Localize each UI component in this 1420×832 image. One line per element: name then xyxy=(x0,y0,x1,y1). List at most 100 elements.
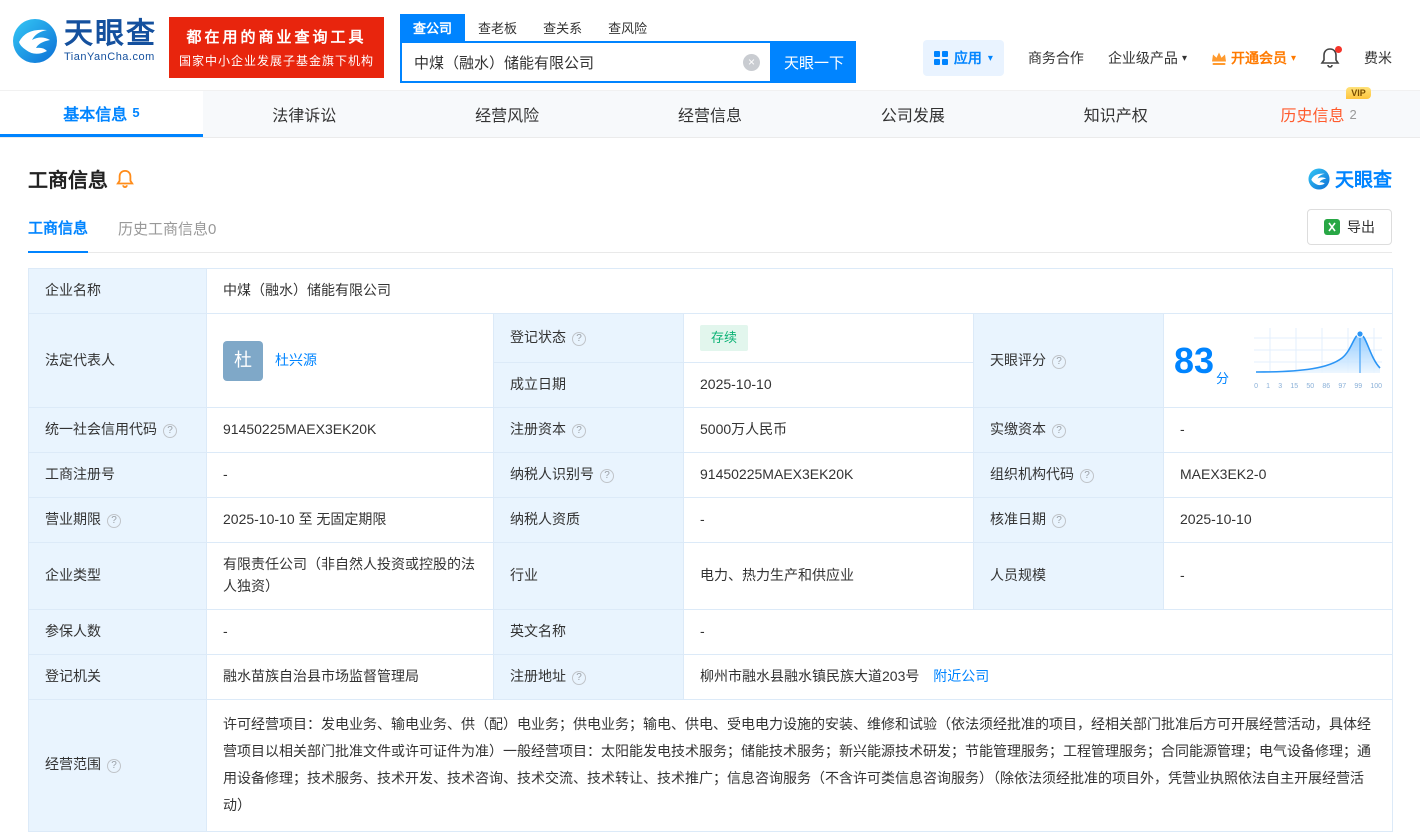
help-icon[interactable]: ? xyxy=(572,332,586,347)
help-icon[interactable]: ? xyxy=(572,670,586,685)
section-title: 工商信息 xyxy=(28,170,108,192)
value-paid-capital: - xyxy=(1162,407,1394,454)
subtab-row: 工商信息 历史工商信息0 导出 xyxy=(28,209,1392,253)
help-icon[interactable]: ? xyxy=(107,514,121,529)
export-button[interactable]: 导出 xyxy=(1307,209,1392,245)
help-icon[interactable]: ? xyxy=(572,424,586,439)
promo-line1: 都在用的商业查询工具 xyxy=(186,29,367,46)
row-authority: 登记机关 融水苗族自治县市场监督管理局 注册地址? 柳州市融水县融水镇民族大道2… xyxy=(28,653,1394,700)
value-legal-rep: 杜 杜兴源 xyxy=(206,312,494,409)
clear-search-icon[interactable]: × xyxy=(743,53,761,71)
subtab-history-business-registration[interactable]: 历史工商信息0 xyxy=(118,218,216,252)
label-taxpayer-quality: 纳税人资质 xyxy=(493,497,684,544)
search-input[interactable] xyxy=(402,53,744,71)
label-address: 注册地址? xyxy=(493,653,684,700)
subscribe-bell-button[interactable] xyxy=(116,169,134,189)
label-company-type: 企业类型 xyxy=(28,542,207,610)
row-reg-no: 工商注册号 - 纳税人识别号? 91450225MAEX3EK20K 组织机构代… xyxy=(28,452,1394,499)
label-legal-rep: 法定代表人 xyxy=(28,312,207,409)
notifications-bell-button[interactable] xyxy=(1320,45,1342,72)
value-scope: 许可经营项目：发电业务、输电业务、供（配）电业务；供电业务；输电、供电、受电电力… xyxy=(205,698,1394,832)
legal-rep-avatar[interactable]: 杜 xyxy=(223,340,263,381)
tab-count: 5 xyxy=(132,105,140,120)
value-taxpayer-quality: - xyxy=(683,497,974,544)
vip-badge: VIP xyxy=(1346,87,1371,99)
search-tabs: 查公司 查老板 查关系 查风险 xyxy=(400,14,856,41)
notification-dot xyxy=(1335,45,1342,53)
value-authority: 融水苗族自治县市场监督管理局 xyxy=(206,653,494,700)
tab-history-info[interactable]: VIP 历史信息 2 xyxy=(1217,87,1420,137)
label-scope: 经营范围? xyxy=(28,698,207,832)
label-org-code: 组织机构代码? xyxy=(973,452,1164,499)
value-industry: 电力、热力生产和供应业 xyxy=(683,542,974,610)
label-insured: 参保人数 xyxy=(28,608,207,655)
tab-business-info[interactable]: 经营信息 xyxy=(609,91,812,137)
logo-domain: TianYanCha.com xyxy=(64,50,155,63)
value-insured: - xyxy=(206,608,494,655)
tab-intellectual-property[interactable]: 知识产权 xyxy=(1014,91,1217,137)
menu-enterprise-products[interactable]: 企业级产品 ▾ xyxy=(1108,48,1187,68)
label-credit-code: 统一社会信用代码? xyxy=(28,407,207,454)
help-icon[interactable]: ? xyxy=(107,759,121,774)
excel-icon xyxy=(1324,219,1340,235)
value-score: 83 分 0 1 3 15 50 86 97 99 100 xyxy=(1162,312,1394,409)
menu-user-account[interactable]: 费米 xyxy=(1364,48,1392,68)
promo-line2: 国家中小企业发展子基金旗下机构 xyxy=(179,54,375,68)
apps-menu-button[interactable]: 应用 ▾ xyxy=(922,40,1004,76)
row-company-type: 企业类型 有限责任公司（非自然人投资或控股的法人独资） 行业 电力、热力生产和供… xyxy=(28,542,1394,610)
value-company-type: 有限责任公司（非自然人投资或控股的法人独资） xyxy=(206,542,494,610)
row-term: 营业期限? 2025-10-10 至 无固定期限 纳税人资质 - 核准日期? 2… xyxy=(28,497,1394,544)
score-curve-chart xyxy=(1254,328,1383,374)
row-insured: 参保人数 - 英文名称 - xyxy=(28,608,1394,655)
legal-rep-link[interactable]: 杜兴源 xyxy=(275,350,317,372)
promo-banner: 都在用的商业查询工具 国家中小企业发展子基金旗下机构 xyxy=(169,17,385,78)
search-tab-relation[interactable]: 查关系 xyxy=(530,14,595,41)
nearby-companies-link[interactable]: 附近公司 xyxy=(933,668,989,684)
tab-business-risk[interactable]: 经营风险 xyxy=(406,91,609,137)
row-legal-rep: 法定代表人 杜 杜兴源 登记状态? 存续 天眼评分? 83 分 0 1 3 15… xyxy=(28,312,1394,409)
label-establish-date: 成立日期 xyxy=(493,362,684,409)
value-company-name: 中煤（融水）储能有限公司 xyxy=(205,268,1394,314)
label-industry: 行业 xyxy=(493,542,684,610)
value-reg-status: 存续 xyxy=(683,312,974,364)
help-icon[interactable]: ? xyxy=(600,469,614,484)
label-authority: 登记机关 xyxy=(28,653,207,700)
apps-label: 应用 xyxy=(953,50,982,66)
value-term: 2025-10-10 至 无固定期限 xyxy=(206,497,494,544)
search-button[interactable]: 天眼一下 xyxy=(772,41,857,83)
score-axis-labels: 0 1 3 15 50 86 97 99 100 xyxy=(1254,382,1383,390)
help-icon[interactable]: ? xyxy=(1052,354,1066,369)
help-icon[interactable]: ? xyxy=(1052,514,1066,529)
business-info-table: 企业名称 中煤（融水）储能有限公司 法定代表人 杜 杜兴源 登记状态? 存续 天… xyxy=(28,268,1394,832)
label-taxpayer-id: 纳税人识别号? xyxy=(493,452,684,499)
search-tab-risk[interactable]: 查风险 xyxy=(595,14,660,41)
row-credit-code: 统一社会信用代码? 91450225MAEX3EK20K 注册资本? 5000万… xyxy=(28,407,1394,454)
company-nav-tabs: 基本信息 5 法律诉讼 经营风险 经营信息 公司发展 知识产权 VIP 历史信息… xyxy=(0,87,1420,138)
label-reg-no: 工商注册号 xyxy=(28,452,207,499)
tab-count: 2 xyxy=(1349,106,1357,122)
search-box: × xyxy=(400,41,773,83)
help-icon[interactable]: ? xyxy=(1052,424,1066,439)
row-scope: 经营范围? 许可经营项目：发电业务、输电业务、供（配）电业务；供电业务；输电、供… xyxy=(28,698,1394,832)
value-taxpayer-id: 91450225MAEX3EK20K xyxy=(683,452,974,499)
label-paid-capital: 实缴资本? xyxy=(973,407,1164,454)
row-company-name: 企业名称 中煤（融水）储能有限公司 xyxy=(28,268,1394,314)
help-icon[interactable]: ? xyxy=(163,424,177,439)
tab-basic-info[interactable]: 基本信息 5 xyxy=(0,91,203,137)
header-menu: 应用 ▾ 商务合作 企业级产品 ▾ 开通会员 ▾ 费米 xyxy=(922,40,1392,76)
tab-legal-proceedings[interactable]: 法律诉讼 xyxy=(203,91,406,137)
tianyancha-logo[interactable]: 天眼查 TianYanCha.com xyxy=(12,18,157,64)
search-tab-company[interactable]: 查公司 xyxy=(400,14,466,41)
menu-business-cooperation[interactable]: 商务合作 xyxy=(1028,48,1084,68)
subtab-business-registration[interactable]: 工商信息 xyxy=(28,217,89,253)
score-unit: 分 xyxy=(1216,370,1230,386)
help-icon[interactable]: ? xyxy=(1080,469,1094,484)
tab-company-development[interactable]: 公司发展 xyxy=(811,91,1014,137)
search-tab-boss[interactable]: 查老板 xyxy=(465,14,530,41)
status-badge: 存续 xyxy=(700,325,749,352)
chevron-down-icon: ▾ xyxy=(1290,52,1296,64)
logo-title: 天眼查 xyxy=(64,17,158,50)
orange-bell-icon xyxy=(116,169,134,188)
export-label: 导出 xyxy=(1347,219,1375,235)
menu-open-vip[interactable]: 开通会员 ▾ xyxy=(1211,48,1296,68)
